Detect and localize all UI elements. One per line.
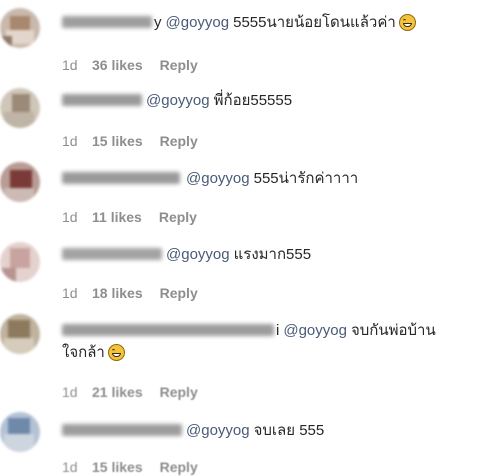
comment-meta: 1d 11 likes Reply	[62, 208, 197, 226]
comment-meta: 1d 21 likes Reply	[62, 383, 198, 401]
comment-text: พี่ก้อย55555	[213, 92, 293, 109]
comment-text: จบเลย 555	[253, 422, 325, 439]
comment-text-line: @goyyog 555น่ารักค่าาาา	[62, 167, 358, 189]
mention-link[interactable]: @goyyog	[186, 422, 250, 439]
comment-text: 5555นายน้อยโดนแล้วค่า	[233, 14, 396, 31]
username-blurred[interactable]	[62, 172, 180, 184]
comment-age: 1d	[62, 459, 78, 475]
mention-link[interactable]: @goyyog	[166, 246, 230, 263]
comment-age: 1d	[62, 57, 78, 73]
reply-button[interactable]: Reply	[160, 384, 198, 400]
avatar[interactable]	[0, 88, 40, 128]
likes-count[interactable]: 18 likes	[92, 285, 143, 301]
likes-count[interactable]: 11 likes	[92, 209, 142, 225]
comment-text-line: @goyyog แรงมาก555	[62, 243, 311, 265]
comment-text-line: y @goyyog 5555นายน้อยโดนแล้วค่า	[62, 11, 416, 33]
username-blurred[interactable]	[62, 16, 152, 28]
avatar[interactable]	[0, 162, 40, 202]
comment-age: 1d	[62, 384, 78, 400]
likes-count[interactable]: 15 likes	[92, 459, 143, 475]
reply-button[interactable]: Reply	[160, 285, 198, 301]
grinning-squinting-face-icon	[107, 343, 125, 361]
comment-meta: 1d 15 likes Reply	[62, 132, 198, 150]
likes-count[interactable]: 36 likes	[92, 57, 143, 73]
username-tail[interactable]: y	[154, 14, 162, 31]
comment-meta: 1d 36 likes Reply	[62, 56, 198, 74]
likes-count[interactable]: 15 likes	[92, 133, 143, 149]
mention-link[interactable]: @goyyog	[146, 92, 210, 109]
avatar[interactable]	[0, 314, 40, 354]
comment-text-line: i @goyyog จบกันพ่อบ้าน	[62, 319, 436, 341]
likes-count[interactable]: 21 likes	[92, 384, 143, 400]
comment-text-continued: ใจกล้า	[62, 344, 105, 361]
comment-age: 1d	[62, 209, 78, 225]
comment-meta: 1d 18 likes Reply	[62, 284, 198, 302]
username-blurred[interactable]	[62, 324, 274, 336]
reply-button[interactable]: Reply	[159, 209, 197, 225]
mention-link[interactable]: @goyyog	[186, 170, 250, 187]
avatar[interactable]	[0, 242, 40, 282]
avatar[interactable]	[0, 412, 40, 452]
comment-text: จบกันพ่อบ้าน	[350, 322, 436, 339]
reply-button[interactable]: Reply	[160, 133, 198, 149]
avatar[interactable]	[0, 8, 40, 48]
mention-link[interactable]: @goyyog	[166, 14, 230, 31]
comment-text-line-2: ใจกล้า	[62, 342, 125, 362]
username-blurred[interactable]	[62, 424, 182, 436]
comment-meta: 1d 15 likes Reply	[62, 458, 198, 476]
reply-button[interactable]: Reply	[160, 459, 198, 475]
comment-text-line: @goyyog จบเลย 555	[62, 419, 324, 441]
comment-text-line: @goyyog พี่ก้อย55555	[62, 89, 292, 111]
comment-text: 555น่ารักค่าาาา	[253, 170, 359, 187]
grinning-squinting-face-icon	[398, 13, 416, 31]
username-blurred[interactable]	[62, 248, 162, 260]
username-blurred[interactable]	[62, 94, 142, 106]
comment-age: 1d	[62, 133, 78, 149]
mention-link[interactable]: @goyyog	[283, 322, 347, 339]
username-tail[interactable]: i	[276, 322, 279, 339]
reply-button[interactable]: Reply	[160, 57, 198, 73]
comment-text: แรงมาก555	[233, 246, 312, 263]
comment-age: 1d	[62, 285, 78, 301]
